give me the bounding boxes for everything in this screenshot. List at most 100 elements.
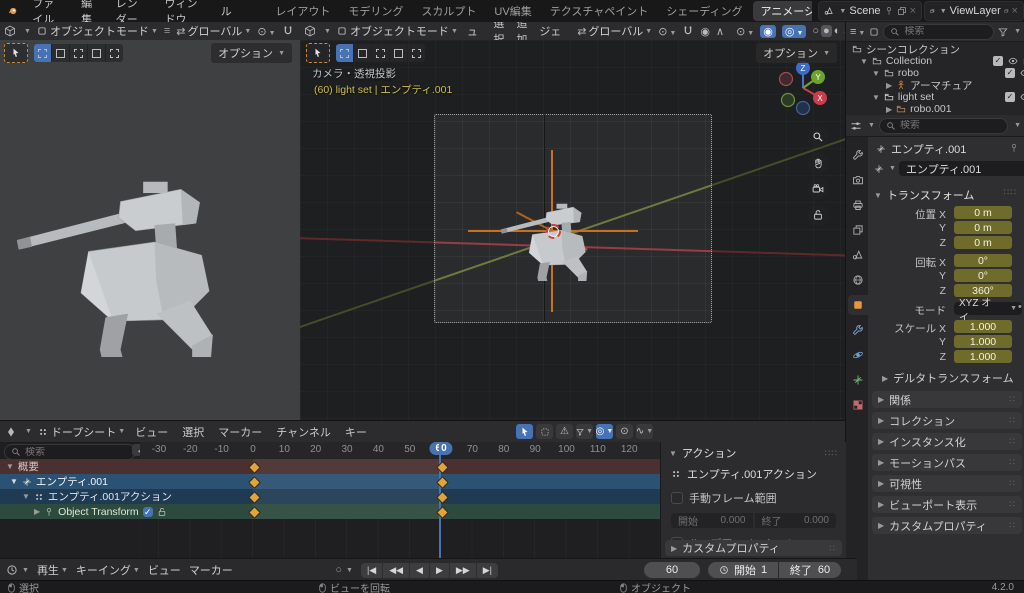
outliner-search[interactable] [883,24,994,40]
next-keyframe-button[interactable]: ▶▶ [450,563,477,578]
ruler-tick[interactable]: -30 [152,444,166,455]
tab-constraints[interactable] [848,320,868,340]
select-subtract-button[interactable] [372,44,390,62]
select-intersect-button[interactable] [106,44,123,62]
ruler-tick[interactable]: -20 [183,444,197,455]
magnet-icon[interactable] [282,25,294,37]
workspace-tab-sculpting[interactable]: スカルプト [413,1,484,21]
scene-selector[interactable]: ▼ Scene × [818,1,922,21]
play-button[interactable]: ▶ [430,563,450,578]
lock-view-icon[interactable] [807,204,829,226]
scale-z-field[interactable]: 1.000 [954,350,1012,363]
mode-selector[interactable]: オブジェクトモード▼ [37,23,158,39]
jump-to-end-button[interactable]: ▶| [477,563,498,578]
close-icon[interactable]: × [910,5,916,17]
section-motion-paths[interactable]: ▶モーションパス∷ [872,454,1022,471]
zoom-icon[interactable] [807,126,829,148]
keying-dot-icon[interactable]: • [1018,301,1022,313]
loc-z-field[interactable]: 0 m [954,236,1012,249]
editor-type-icon[interactable] [4,25,16,37]
display-mode-icon[interactable] [869,27,879,37]
outliner-row-scene-collection[interactable]: シーンコレクション [846,43,1024,55]
tab-object-data[interactable] [848,370,868,390]
menu-select[interactable]: 選択 [490,22,507,41]
outliner-row-robo-001[interactable]: ▶ robo.001 ▼ [846,103,1024,115]
navigation-gizmo[interactable]: Z Y X [773,58,833,118]
blender-logo-icon[interactable] [8,4,17,18]
section-relations[interactable]: ▶関係∷ [872,391,1022,408]
scale-x-field[interactable]: 1.000 [954,320,1012,333]
eye-icon[interactable] [1020,68,1024,78]
manual-range-row[interactable]: 手動フレーム範囲 [661,482,846,506]
shading-solid-icon[interactable]: ● [821,25,832,37]
menu-object[interactable]: オブジェクト [536,22,571,41]
channel-search-input[interactable] [25,447,129,458]
tab-output[interactable] [848,195,868,215]
chevron-right-icon[interactable]: ▶ [886,81,892,90]
range-end-field[interactable]: 終了0.000 [755,513,837,528]
outliner-row-collection[interactable]: ▼ Collection ✓ [846,55,1024,67]
properties-search[interactable] [879,118,1008,134]
ruler-tick[interactable]: 90 [530,444,541,455]
eye-icon[interactable] [1008,56,1018,66]
range-start-field[interactable]: 開始0.000 [671,513,753,528]
outliner-row-light-set[interactable]: ▼ light set ✓ [846,91,1024,103]
prev-keyframe-button[interactable]: ◀◀ [383,563,410,578]
channel-search[interactable] [4,444,136,460]
frame-start-field[interactable]: 開始1 [708,562,778,578]
hamburger-icon[interactable]: ≡ [164,25,170,37]
mode-selector[interactable]: オブジェクトモード▼ [337,23,458,39]
checkbox-icon[interactable]: ✓ [1005,92,1015,102]
rot-y-field[interactable]: 0° [954,269,1012,282]
playhead[interactable] [439,442,441,559]
channel-enable-checkbox[interactable]: ✓ [143,507,153,517]
shading-wireframe-icon[interactable]: ○ [812,25,819,37]
ruler-current-frame[interactable]: 60 [430,442,453,455]
new-scene-icon[interactable] [897,6,907,16]
robot-model-preview[interactable] [15,112,260,357]
filter-icon[interactable]: ▼ [576,424,593,439]
workspace-tab-uv[interactable]: UV編集 [486,1,539,21]
show-gizmo-icon[interactable]: ◉ [760,25,776,38]
magnet-icon[interactable] [682,25,694,37]
interpolation-icon[interactable]: ∿▼ [636,424,653,439]
chevron-down-icon[interactable]: ▼ [889,165,896,172]
tab-scene[interactable] [848,245,868,265]
ruler-tick[interactable]: 100 [558,444,575,455]
orientation-selector[interactable]: ⇄グローバル▼ [577,23,652,39]
section-custom-properties[interactable]: ▶カスタムプロパティ∷ [872,517,1022,534]
tweak-tool-button[interactable] [4,43,28,63]
select-invert-button[interactable] [88,44,106,62]
panel-grip-icon[interactable]: ∷∷ [825,448,838,459]
pan-hand-icon[interactable] [807,152,829,174]
outliner-row-armature[interactable]: ▶ アーマチュア ▼ [846,79,1024,91]
pin-icon[interactable] [884,6,894,16]
orientation-selector[interactable]: ⇄グローバル▼ [176,23,251,39]
rot-x-field[interactable]: 0° [954,254,1012,267]
tab-object[interactable] [848,295,868,315]
options-button[interactable]: オプション▼ [756,43,837,63]
editor-type-icon[interactable] [850,120,862,132]
tab-view-layer[interactable] [848,220,868,240]
menu-marker[interactable]: マーカー [214,424,266,440]
chevron-down-icon[interactable]: ▼ [860,57,868,66]
menu-select[interactable]: 選択 [178,424,208,440]
tab-render[interactable] [848,170,868,190]
lock-icon[interactable] [157,507,167,517]
menu-marker[interactable]: マーカー [189,562,233,578]
workspace-tab-animation[interactable]: アニメーション [753,1,813,21]
ruler-tick[interactable]: 70 [467,444,478,455]
close-icon[interactable]: × [1012,5,1018,17]
loc-y-field[interactable]: 0 m [954,221,1012,234]
custom-properties-panel[interactable]: ▶ カスタムプロパティ ∷ [665,540,842,556]
left-viewport[interactable]: オプション▼ [0,40,301,420]
pin-icon[interactable] [1009,143,1019,153]
menu-channel[interactable]: チャンネル [272,424,335,440]
workspace-tab-shading[interactable]: シェーディング [658,1,750,21]
workspace-tab-layout[interactable]: レイアウト [267,1,338,21]
editor-type-icon[interactable] [304,25,316,37]
chevron-down-icon[interactable]: ▼ [872,93,880,102]
select-extend-button[interactable] [354,44,372,62]
loc-x-field[interactable]: 0 m [954,206,1012,219]
checkbox-icon[interactable]: ✓ [993,56,1003,66]
